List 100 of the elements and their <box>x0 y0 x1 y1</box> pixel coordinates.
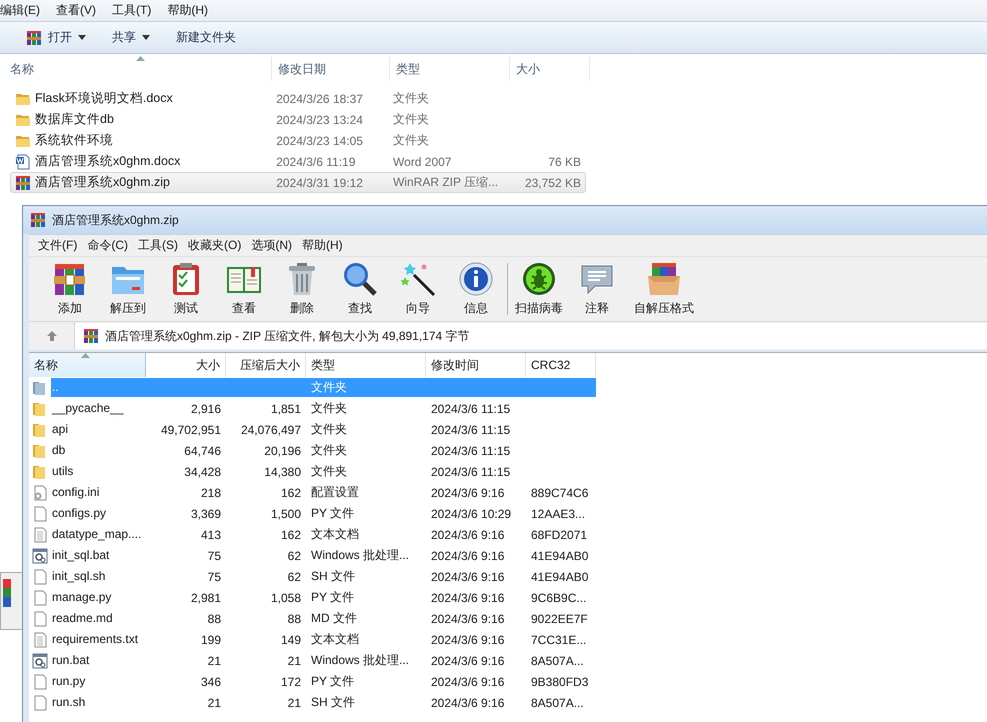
file-size: 199 <box>200 632 222 648</box>
toolbar-button[interactable]: 新建文件夹 <box>166 26 246 50</box>
packed-size: 172 <box>280 674 302 690</box>
folder-icon <box>32 442 48 458</box>
file-type: SH 文件 <box>310 694 356 711</box>
toolbar-button[interactable]: 查看 <box>215 259 273 319</box>
modified-time: 2024/3/6 9:16 <box>430 652 506 670</box>
crc-value: 12AAE3... <box>530 506 586 522</box>
file-row[interactable]: 数据库文件db 2024/3/23 13:24 文件夹 <box>10 109 586 130</box>
file-name[interactable]: utils <box>51 462 146 481</box>
menu-item[interactable]: 收藏夹(O) <box>185 237 248 254</box>
file-row[interactable]: 系统软件环境 2024/3/23 14:05 文件夹 <box>10 130 586 151</box>
toolbar-button[interactable]: 自解压格式 <box>626 259 702 319</box>
crc-value: 8A507A... <box>530 694 585 712</box>
address-field[interactable]: 酒店管理系统x0ghm.zip - ZIP 压缩文件, 解包大小为 49,891,174 字节 <box>75 323 987 349</box>
file-size: 23,752 KB <box>524 176 582 190</box>
column-header[interactable]: 大小 <box>510 57 590 81</box>
modified-time: 2024/3/6 9:16 <box>430 590 506 606</box>
packed-size: 21 <box>286 652 302 670</box>
file-name[interactable]: db <box>51 441 146 460</box>
column-header[interactable]: 名称 <box>0 57 272 81</box>
menu-item[interactable]: 帮助(H) <box>159 2 216 19</box>
file-date: 2024/3/6 11:19 <box>275 154 356 168</box>
file-type: SH 文件 <box>310 568 356 585</box>
menu-item[interactable]: 选项(N) <box>248 237 299 254</box>
crc-value: 9B380FD3 <box>530 674 590 690</box>
file-name[interactable]: readme.md <box>51 609 146 628</box>
modified-time: 2024/3/6 11:15 <box>430 400 512 418</box>
file-type: 文本文档 <box>310 631 360 648</box>
toolbar-button[interactable]: 打开 <box>16 26 96 50</box>
file-name[interactable]: requirements.txt <box>51 630 146 649</box>
archive-icon <box>15 174 31 190</box>
file-type: WinRAR ZIP 压缩... <box>392 174 500 191</box>
menu-item[interactable]: 工具(T) <box>104 2 160 19</box>
file-date: 2024/3/23 13:24 <box>275 112 364 126</box>
menu-item[interactable]: 帮助(H) <box>299 237 350 254</box>
file-type: Word 2007 <box>392 154 452 168</box>
file-size: 49,702,951 <box>160 422 222 438</box>
file-type: 文本文档 <box>310 526 360 543</box>
file-name[interactable]: api <box>51 420 146 439</box>
file-name: 酒店管理系统x0ghm.zip <box>35 174 170 191</box>
file-type: 文件夹 <box>310 400 348 417</box>
file-name[interactable]: run.sh <box>51 693 146 712</box>
file-row[interactable]: 酒店管理系统x0ghm.zip 2024/3/31 19:12 WinRAR ZIP 压缩... 23,752 KB <box>10 172 586 193</box>
file-name[interactable]: __pycache__ <box>51 399 146 418</box>
box-icon <box>646 261 682 297</box>
packed-size: 21 <box>286 694 302 712</box>
column-header[interactable]: 类型 <box>390 57 510 81</box>
column-header[interactable]: 修改日期 <box>272 57 390 81</box>
file-name[interactable]: manage.py <box>51 588 146 607</box>
menu-item[interactable]: 工具(S) <box>135 237 185 254</box>
modified-time: 2024/3/6 11:15 <box>430 442 512 460</box>
toolbar-button[interactable]: 解压到 <box>99 259 157 319</box>
file-name: 数据库文件db <box>35 111 114 128</box>
text-file-icon <box>32 632 48 648</box>
packed-size: 88 <box>286 610 302 628</box>
column-header[interactable]: 名称 <box>29 353 146 377</box>
menu-item[interactable]: 文件(F) <box>35 237 84 254</box>
file-name[interactable]: run.py <box>51 672 146 691</box>
file-row[interactable]: 酒店管理系统x0ghm.docx 2024/3/6 11:19 Word 2007 76 KB <box>10 151 586 172</box>
file-row[interactable]: Flask环境说明文档.docx 2024/3/26 18:37 文件夹 <box>10 88 586 109</box>
packed-size: 24,076,497 <box>240 422 302 438</box>
toolbar-button[interactable]: 添加 <box>41 259 99 319</box>
toolbar-button[interactable]: 注释 <box>568 259 626 319</box>
toolbar-button[interactable]: 信息 <box>447 259 505 319</box>
file-name[interactable]: init_sql.bat <box>51 546 146 565</box>
toolbar-button[interactable]: 测试 <box>157 259 215 319</box>
toolbar-button[interactable]: 扫描病毒 <box>510 259 568 319</box>
text-file-icon <box>32 526 48 542</box>
file-name[interactable]: run.bat <box>51 651 146 670</box>
file-name[interactable]: init_sql.sh <box>51 567 146 586</box>
file-type: 配置设置 <box>310 484 360 501</box>
crc-value: 68FD2071 <box>530 526 588 544</box>
file-name[interactable]: configs.py <box>51 504 146 523</box>
file-icon <box>32 568 48 584</box>
crc-value: 8A507A... <box>530 652 585 670</box>
packed-size: 1,500 <box>270 506 302 522</box>
file-name: 系统软件环境 <box>35 132 113 149</box>
file-size: 2,981 <box>190 590 222 606</box>
packed-size: 162 <box>280 484 302 502</box>
magnifier-icon <box>342 261 378 297</box>
file-type: 文件夹 <box>310 421 348 438</box>
folder-icon <box>32 422 48 438</box>
crc-value: 41E94AB0 <box>530 568 590 586</box>
file-type: PY 文件 <box>310 505 356 522</box>
menu-item[interactable]: 查看(V) <box>48 2 104 19</box>
file-size: 34,428 <box>183 464 222 480</box>
toolbar-button[interactable]: 向导 <box>389 259 447 319</box>
menu-item[interactable]: 命令(C) <box>84 237 135 254</box>
crc-value: 889C74C6 <box>530 484 590 502</box>
crc-value: 9022EE7F <box>530 610 589 628</box>
toolbar-button[interactable]: 查找 <box>331 259 389 319</box>
modified-time: 2024/3/6 10:29 <box>430 506 512 522</box>
toolbar-button[interactable]: 删除 <box>273 259 331 319</box>
toolbar-button[interactable]: 共享 <box>102 26 160 50</box>
menu-item[interactable]: 编辑(E) <box>0 2 48 19</box>
file-name[interactable]: config.ini <box>51 483 146 502</box>
file-name[interactable]: datatype_map.... <box>51 525 146 544</box>
archive-icon <box>3 579 11 607</box>
file-type: 文件夹 <box>310 463 348 480</box>
